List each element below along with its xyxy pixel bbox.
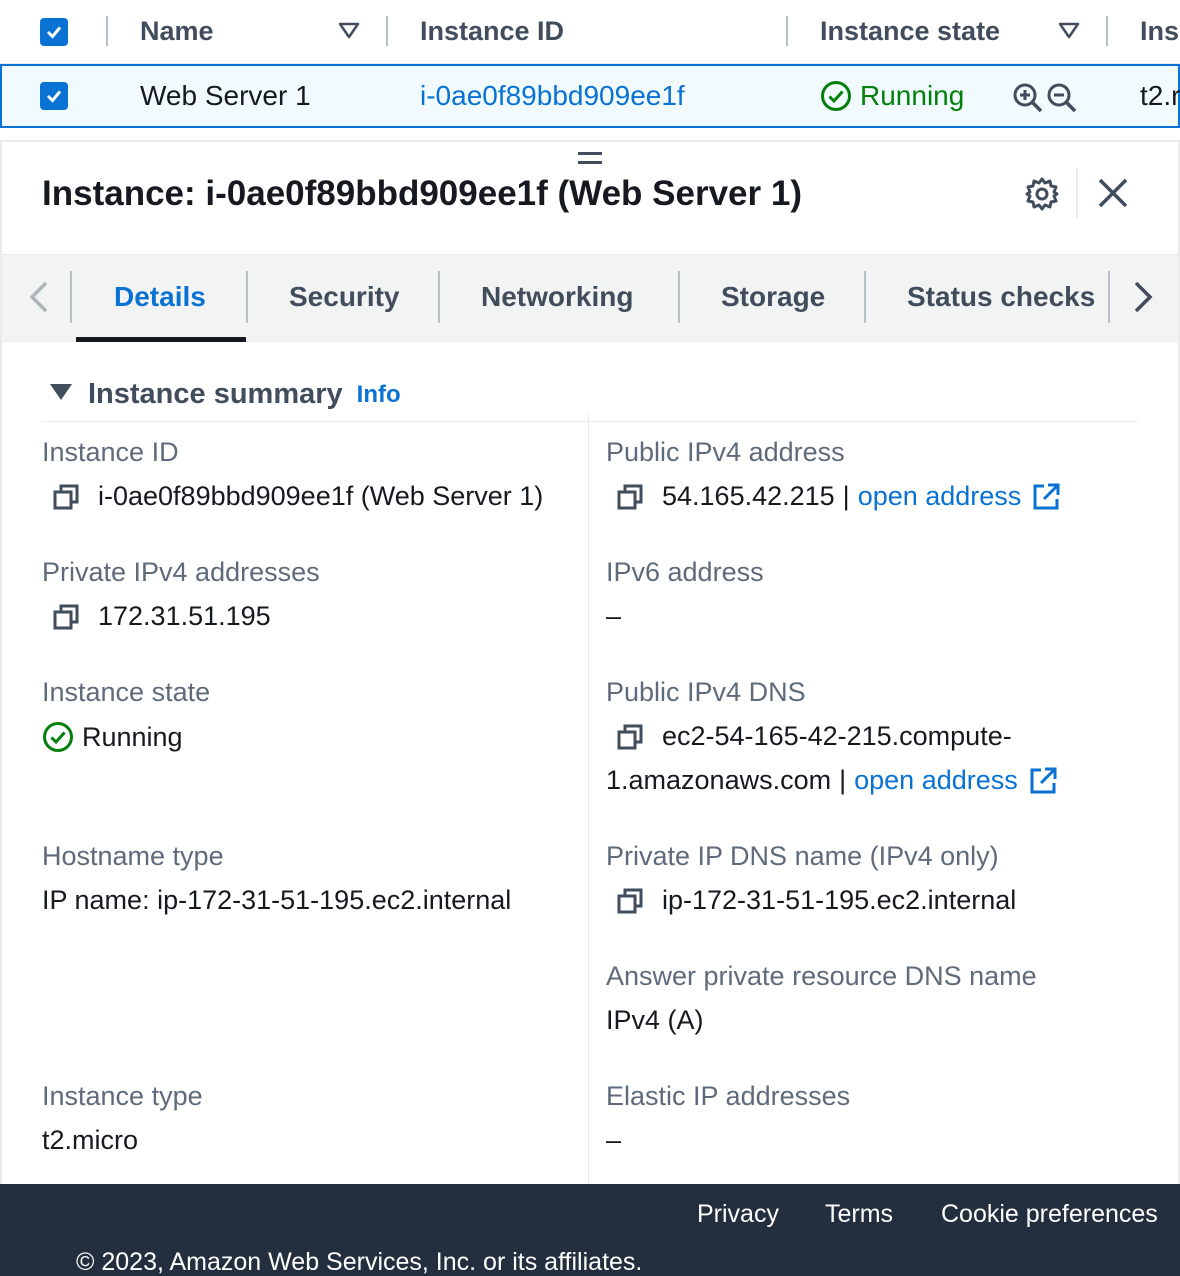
drag-handle-icon[interactable] <box>578 152 602 170</box>
instance-state-text: Running <box>82 721 183 752</box>
instance-summary-header[interactable]: Instance summary Info <box>50 378 401 411</box>
status-running-icon <box>821 81 851 111</box>
elastic-ip-value: – <box>606 1125 622 1155</box>
copy-icon[interactable] <box>616 723 644 751</box>
footer-link-privacy[interactable]: Privacy <box>697 1200 779 1229</box>
public-ipv4-text: 54.165.42.215 <box>662 481 835 511</box>
instance-type-value: t2.micro <box>42 1125 139 1155</box>
private-ipv4-label: Private IPv4 addresses <box>42 557 320 587</box>
tab-divider <box>438 271 440 323</box>
checkbox-checked-icon <box>46 90 62 103</box>
copy-icon[interactable] <box>616 483 644 511</box>
copy-icon[interactable] <box>616 887 644 915</box>
private-dns-value: ip-172-31-51-195.ec2.internal <box>616 885 1016 916</box>
tab-divider <box>678 271 680 323</box>
tab-security[interactable]: Security <box>289 281 400 313</box>
tab-status-checks[interactable]: Status checks <box>907 281 1095 313</box>
tab-divider <box>864 271 866 323</box>
close-icon[interactable] <box>1096 176 1130 210</box>
table-row[interactable]: Web Server 1 i-0ae0f89bbd909ee1f Running… <box>0 64 1180 128</box>
open-address-link[interactable]: open address <box>858 481 1022 512</box>
instance-state-label: Instance state <box>42 677 211 707</box>
row-instance-state: Running <box>820 80 964 112</box>
column-divider[interactable] <box>1106 16 1108 46</box>
instance-id-label: Instance ID <box>42 437 179 467</box>
panel-title: Instance: i-0ae0f89bbd909ee1f (Web Serve… <box>42 174 802 213</box>
tab-bar: Details Security Networking Storage Stat… <box>2 254 1178 342</box>
section-title: Instance summary <box>88 378 343 410</box>
chevron-right-icon[interactable] <box>1128 279 1158 315</box>
zoom-out-icon[interactable] <box>1046 82 1078 114</box>
separator: | <box>839 765 847 795</box>
sort-filter-icon[interactable] <box>338 22 360 40</box>
row-instance-id-link[interactable]: i-0ae0f89bbd909ee1f <box>420 80 685 112</box>
open-address-link[interactable]: open address <box>854 765 1018 796</box>
column-header-name[interactable]: Name <box>140 16 214 47</box>
public-dns-value-line1: ec2-54-165-42-215.compute- <box>616 721 1012 752</box>
tab-divider <box>1108 271 1110 323</box>
public-dns-label: Public IPv4 DNS <box>606 677 806 707</box>
ipv6-label: IPv6 address <box>606 557 764 587</box>
instance-id-text: i-0ae0f89bbd909ee1f (Web Server 1) <box>98 481 544 511</box>
instance-type-label: Instance type <box>42 1081 203 1111</box>
active-tab-indicator <box>76 337 246 342</box>
tab-networking[interactable]: Networking <box>481 281 633 313</box>
column-divider <box>588 414 589 1184</box>
gear-icon[interactable] <box>1024 176 1060 212</box>
copy-icon[interactable] <box>52 483 80 511</box>
column-divider[interactable] <box>786 16 788 46</box>
instance-state-value: Running <box>42 721 183 753</box>
external-link-icon[interactable] <box>1028 766 1058 796</box>
row-instance-type: t2.r <box>1140 80 1180 111</box>
select-all-checkbox[interactable] <box>40 18 68 46</box>
elastic-ip-label: Elastic IP addresses <box>606 1081 851 1111</box>
row-name: Web Server 1 <box>140 80 311 111</box>
column-header-instance-type[interactable]: Ins <box>1140 16 1179 47</box>
private-dns-text: ip-172-31-51-195.ec2.internal <box>662 885 1017 915</box>
caret-down-icon[interactable] <box>50 383 72 400</box>
column-divider <box>106 16 108 46</box>
answer-dns-value: IPv4 (A) <box>606 1005 704 1035</box>
public-ipv4-value: 54.165.42.215 | open address <box>616 481 1061 512</box>
public-ipv4-label: Public IPv4 address <box>606 437 845 467</box>
zoom-in-icon[interactable] <box>1012 82 1044 114</box>
row-state-text: Running <box>860 80 965 111</box>
tab-divider <box>246 271 248 323</box>
footer-link-cookie-preferences[interactable]: Cookie preferences <box>941 1200 1158 1229</box>
status-running-icon <box>43 722 73 752</box>
public-dns-text-2: 1.amazonaws.com <box>606 765 832 795</box>
instances-table-header: Name Instance ID Instance state Ins <box>0 0 1180 64</box>
footer-link-terms[interactable]: Terms <box>825 1200 893 1229</box>
ipv6-value: – <box>606 601 622 631</box>
tab-details[interactable]: Details <box>114 281 206 313</box>
separator: | <box>842 481 850 511</box>
sort-filter-icon[interactable] <box>1058 22 1080 40</box>
info-link[interactable]: Info <box>357 381 401 408</box>
checkbox-checked-icon <box>46 26 62 39</box>
private-dns-label: Private IP DNS name (IPv4 only) <box>606 841 999 871</box>
section-divider <box>42 421 1138 422</box>
tab-storage[interactable]: Storage <box>721 281 825 313</box>
row-checkbox[interactable] <box>40 82 68 110</box>
public-dns-text-1: ec2-54-165-42-215.compute- <box>662 721 1012 751</box>
tab-divider <box>70 271 72 323</box>
column-header-instance-id[interactable]: Instance ID <box>420 16 564 47</box>
instance-id-value: i-0ae0f89bbd909ee1f (Web Server 1) <box>52 481 543 512</box>
private-ipv4-text: 172.31.51.195 <box>98 601 271 631</box>
column-divider[interactable] <box>386 16 388 46</box>
answer-dns-label: Answer private resource DNS name <box>606 961 1037 991</box>
hostname-type-label: Hostname type <box>42 841 224 871</box>
footer-copyright: © 2023, Amazon Web Services, Inc. or its… <box>76 1248 643 1276</box>
column-header-instance-state[interactable]: Instance state <box>820 16 1000 47</box>
footer: Privacy Terms Cookie preferences © 2023,… <box>0 1184 1180 1276</box>
copy-icon[interactable] <box>52 603 80 631</box>
private-ipv4-value: 172.31.51.195 <box>52 601 271 632</box>
divider <box>1076 168 1078 218</box>
public-dns-value-line2: 1.amazonaws.com | open address <box>606 765 1058 796</box>
chevron-left-icon[interactable] <box>24 279 54 315</box>
hostname-type-value: IP name: ip-172-31-51-195.ec2.internal <box>42 885 512 915</box>
external-link-icon[interactable] <box>1031 482 1061 512</box>
